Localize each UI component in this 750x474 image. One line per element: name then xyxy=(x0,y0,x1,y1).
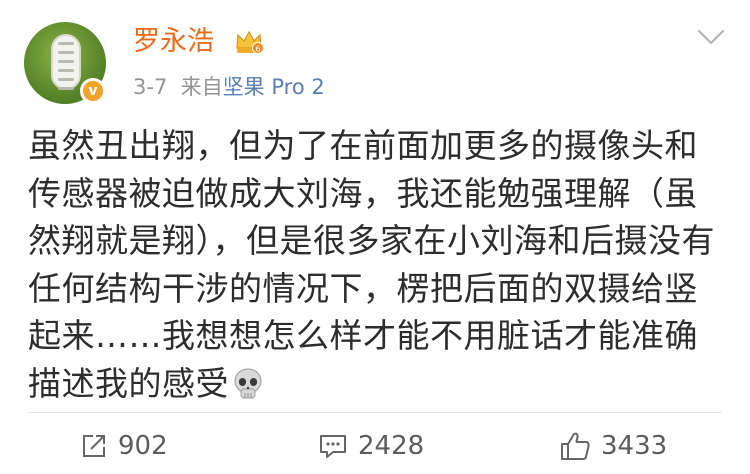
comment-button[interactable]: 2428 xyxy=(318,426,424,466)
member-crown-icon[interactable]: 6 xyxy=(234,28,264,56)
like-count: 3433 xyxy=(601,431,668,461)
username[interactable]: 罗永浩 xyxy=(133,24,214,60)
post-date: 3-7 xyxy=(133,75,168,99)
post-meta: 3-7 来自坚果 Pro 2 xyxy=(133,72,325,102)
comment-count: 2428 xyxy=(358,431,425,461)
like-button[interactable]: 3433 xyxy=(559,426,667,466)
divider xyxy=(28,412,722,413)
repost-button[interactable]: 902 xyxy=(80,426,168,466)
thumbs-up-icon xyxy=(561,432,590,460)
comment-icon xyxy=(320,435,346,458)
chevron-down-icon[interactable] xyxy=(697,28,725,46)
repost-icon xyxy=(83,435,105,457)
avatar-image xyxy=(51,34,81,90)
source-prefix: 来自 xyxy=(180,75,223,99)
skull-emoji-icon xyxy=(234,368,262,398)
post-content: 虽然丑出翔，但为了在前面加更多的摄像头和传感器被迫做成大刘海，我还能勉强理解（虽… xyxy=(28,122,724,407)
post-text: 虽然丑出翔，但为了在前面加更多的摄像头和传感器被迫做成大刘海，我还能勉强理解（虽… xyxy=(28,126,715,403)
source-device-link[interactable]: 坚果 Pro 2 xyxy=(223,75,325,99)
svg-text:6: 6 xyxy=(255,45,260,54)
verified-badge: v xyxy=(80,78,106,104)
repost-count: 902 xyxy=(118,431,168,461)
